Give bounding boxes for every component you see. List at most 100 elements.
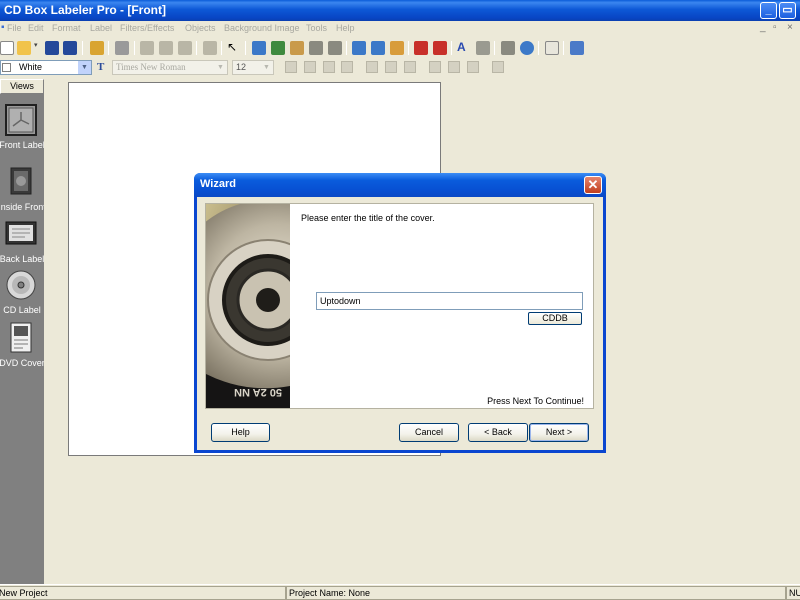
outline-icon[interactable]	[448, 61, 460, 73]
menu-filters-effects[interactable]: Filters/Effects	[120, 23, 174, 33]
view-front-label[interactable]: Front Label	[0, 104, 45, 152]
color-swatch	[2, 63, 11, 72]
splitter[interactable]	[44, 79, 61, 584]
cd-label-icon	[5, 269, 37, 301]
minimize-button[interactable]: _	[760, 2, 777, 19]
strikeout-icon[interactable]	[341, 61, 353, 73]
menu-file[interactable]: File	[7, 23, 22, 33]
align-right-icon[interactable]	[404, 61, 416, 73]
notes-icon[interactable]	[545, 41, 559, 55]
pointer-icon[interactable]: ↖	[227, 41, 241, 55]
menu-tools[interactable]: Tools	[306, 23, 327, 33]
filter-icon[interactable]	[309, 41, 323, 55]
background-icon[interactable]	[271, 41, 285, 55]
paste-icon[interactable]	[178, 41, 192, 55]
open-dropdown-icon[interactable]: ▾	[34, 41, 40, 55]
menu-background-image[interactable]: Background Image	[224, 23, 300, 33]
cddb-button[interactable]: CDDB	[528, 312, 582, 325]
chevron-down-icon[interactable]: ▼	[214, 61, 227, 74]
dvd-cover-icon	[5, 322, 37, 354]
template-icon[interactable]	[390, 41, 404, 55]
svg-text:50 2A NN: 50 2A NN	[234, 386, 282, 398]
shadow-icon[interactable]	[429, 61, 441, 73]
window-title: CD Box Labeler Pro - [Front]	[4, 3, 167, 17]
menu-edit[interactable]: Edit	[28, 23, 44, 33]
view-dvd-cover[interactable]: DVD Cover	[0, 322, 45, 370]
status-num-lock: NUM	[786, 586, 800, 600]
menu-bar: ▪ File Edit Format Label Filters/Effects…	[0, 21, 800, 37]
doc-restore-icon[interactable]: ▫	[773, 22, 777, 33]
next-button[interactable]: Next >	[529, 423, 589, 442]
status-bar: New Project Project Name: None NUM	[0, 584, 800, 600]
italic-icon[interactable]	[304, 61, 316, 73]
wand-icon[interactable]	[90, 41, 104, 55]
cd-photo: 50 2A NN	[206, 204, 290, 408]
close-icon[interactable]: ✕	[584, 176, 602, 194]
bold-icon[interactable]	[285, 61, 297, 73]
cut-icon[interactable]	[140, 41, 154, 55]
menu-label[interactable]: Label	[90, 23, 112, 33]
separator	[196, 41, 197, 55]
image-icon[interactable]	[252, 41, 266, 55]
menu-objects[interactable]: Objects	[185, 23, 216, 33]
open-icon[interactable]	[17, 41, 31, 55]
view-label: DVD Cover	[0, 358, 45, 368]
wizard-prompt: Please enter the title of the cover.	[301, 213, 435, 223]
separator	[108, 41, 109, 55]
standard-toolbar: ▾ ↖ A	[0, 38, 800, 58]
doc-minimize-icon[interactable]: _	[760, 22, 766, 33]
font-size-value: 12	[236, 62, 247, 72]
menu-help[interactable]: Help	[336, 23, 355, 33]
copy-icon[interactable]	[159, 41, 173, 55]
align-center-icon[interactable]	[385, 61, 397, 73]
flip-icon[interactable]	[492, 61, 504, 73]
app-title-bar[interactable]: CD Box Labeler Pro - [Front] _ ▭	[0, 0, 800, 21]
cancel-button[interactable]: Cancel	[399, 423, 459, 442]
view-inside-front[interactable]: Inside Front	[0, 166, 46, 214]
menu-format[interactable]: Format	[52, 23, 81, 33]
web-icon[interactable]	[520, 41, 534, 55]
new-icon[interactable]	[0, 41, 14, 55]
separator	[221, 41, 222, 55]
align-left-icon[interactable]	[366, 61, 378, 73]
view-cd-label[interactable]: CD Label	[0, 269, 44, 317]
view-back-label[interactable]: Back Label	[0, 218, 44, 266]
wizard-title: Wizard	[200, 178, 236, 190]
label-layout-icon[interactable]	[371, 41, 385, 55]
front-label-icon	[5, 104, 37, 136]
help-icon[interactable]	[570, 41, 584, 55]
save-icon[interactable]	[45, 41, 59, 55]
cover-title-input[interactable]	[316, 292, 583, 310]
undo-icon[interactable]	[203, 41, 217, 55]
doc-close-icon[interactable]: ×	[787, 22, 793, 33]
color-select[interactable]: White ▼	[0, 60, 92, 75]
cd-image-icon[interactable]	[414, 41, 428, 55]
save-all-icon[interactable]	[63, 41, 77, 55]
font-select[interactable]: Times New Roman ▼	[112, 60, 228, 75]
rotate-icon[interactable]	[467, 61, 479, 73]
wizard-title-bar[interactable]: Wizard ✕	[194, 173, 606, 197]
frame-icon[interactable]	[290, 41, 304, 55]
help-button[interactable]: Help	[211, 423, 270, 442]
speech-icon[interactable]	[501, 41, 515, 55]
document-icon[interactable]: ▪	[1, 22, 5, 33]
separator	[451, 41, 452, 55]
layout-icon[interactable]	[352, 41, 366, 55]
font-size-select[interactable]: 12 ▼	[232, 60, 274, 75]
print-icon[interactable]	[115, 41, 129, 55]
separator	[494, 41, 495, 55]
view-label: Front Label	[0, 140, 45, 150]
text-icon[interactable]: A	[457, 41, 471, 55]
wizard-dialog: Wizard ✕ 50 2A NN Please enter the title…	[194, 173, 606, 453]
font-type-icon: T	[97, 61, 105, 73]
restore-button[interactable]: ▭	[779, 2, 796, 19]
underline-icon[interactable]	[323, 61, 335, 73]
separator	[82, 41, 83, 55]
chevron-down-icon[interactable]: ▼	[260, 61, 273, 74]
back-button[interactable]: < Back	[468, 423, 528, 442]
curved-text-icon[interactable]	[476, 41, 490, 55]
dvd-image-icon[interactable]	[433, 41, 447, 55]
separator	[346, 41, 347, 55]
chevron-down-icon[interactable]: ▼	[78, 61, 91, 74]
effect-icon[interactable]	[328, 41, 342, 55]
